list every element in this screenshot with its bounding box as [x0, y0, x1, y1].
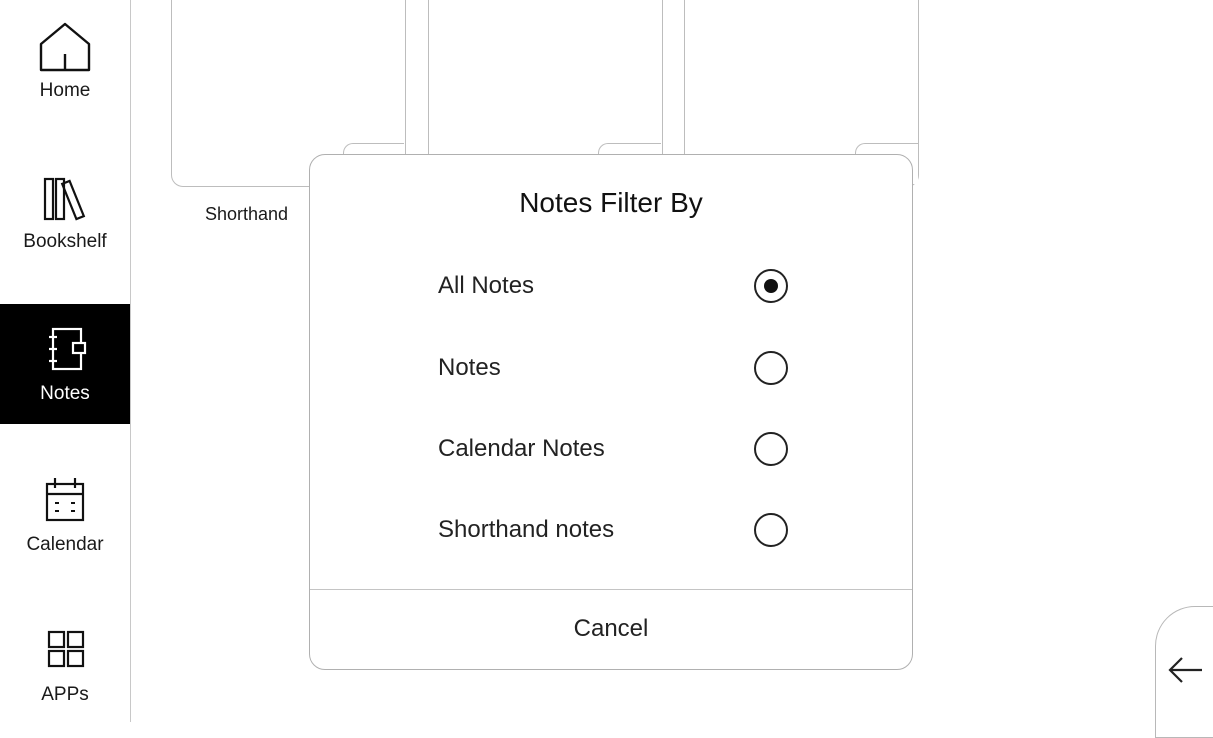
radio-unselected[interactable] — [754, 513, 788, 547]
sidebar-item-label: Calendar — [26, 534, 104, 555]
filter-option-shorthand-notes[interactable]: Shorthand notes — [438, 502, 788, 558]
sidebar-item-label: Home — [39, 80, 91, 101]
option-label: All Notes — [438, 272, 535, 299]
apps-grid-icon — [37, 624, 93, 676]
calendar-icon — [37, 474, 93, 526]
note-card-caption: Shorthand — [205, 204, 289, 224]
sidebar-item-notes[interactable]: Notes — [0, 304, 130, 424]
bookshelf-icon — [37, 171, 93, 223]
home-icon — [37, 20, 93, 72]
cancel-button[interactable]: Cancel — [310, 590, 912, 668]
back-button[interactable] — [1155, 606, 1213, 738]
radio-dot — [764, 279, 778, 293]
sidebar-item-bookshelf[interactable]: Bookshelf — [0, 152, 130, 272]
radio-selected[interactable] — [754, 269, 788, 303]
sidebar-item-apps[interactable]: APPs — [0, 605, 130, 725]
sidebar-item-home[interactable]: Home — [0, 2, 130, 120]
sidebar-item-label: Notes — [40, 383, 90, 404]
option-label: Shorthand notes — [438, 516, 615, 543]
filter-option-all-notes[interactable]: All Notes — [438, 258, 788, 314]
sidebar-item-calendar[interactable]: Calendar — [0, 455, 130, 575]
sidebar-item-label: APPs — [41, 684, 89, 705]
sidebar-nav: Home Bookshelf Notes Calendar APPs — [0, 0, 131, 722]
filter-dialog: Notes Filter By All Notes Notes Calendar… — [309, 154, 913, 670]
option-label: Notes — [438, 354, 501, 381]
arrow-left-icon — [1166, 655, 1206, 690]
radio-unselected[interactable] — [754, 432, 788, 466]
dialog-title: Notes Filter By — [519, 187, 703, 218]
filter-option-calendar-notes[interactable]: Calendar Notes — [438, 421, 788, 477]
radio-unselected[interactable] — [754, 351, 788, 385]
option-label: Calendar Notes — [438, 435, 605, 462]
sidebar-item-label: Bookshelf — [23, 231, 107, 252]
filter-option-notes[interactable]: Notes — [438, 340, 788, 396]
notebook-icon — [37, 323, 93, 375]
